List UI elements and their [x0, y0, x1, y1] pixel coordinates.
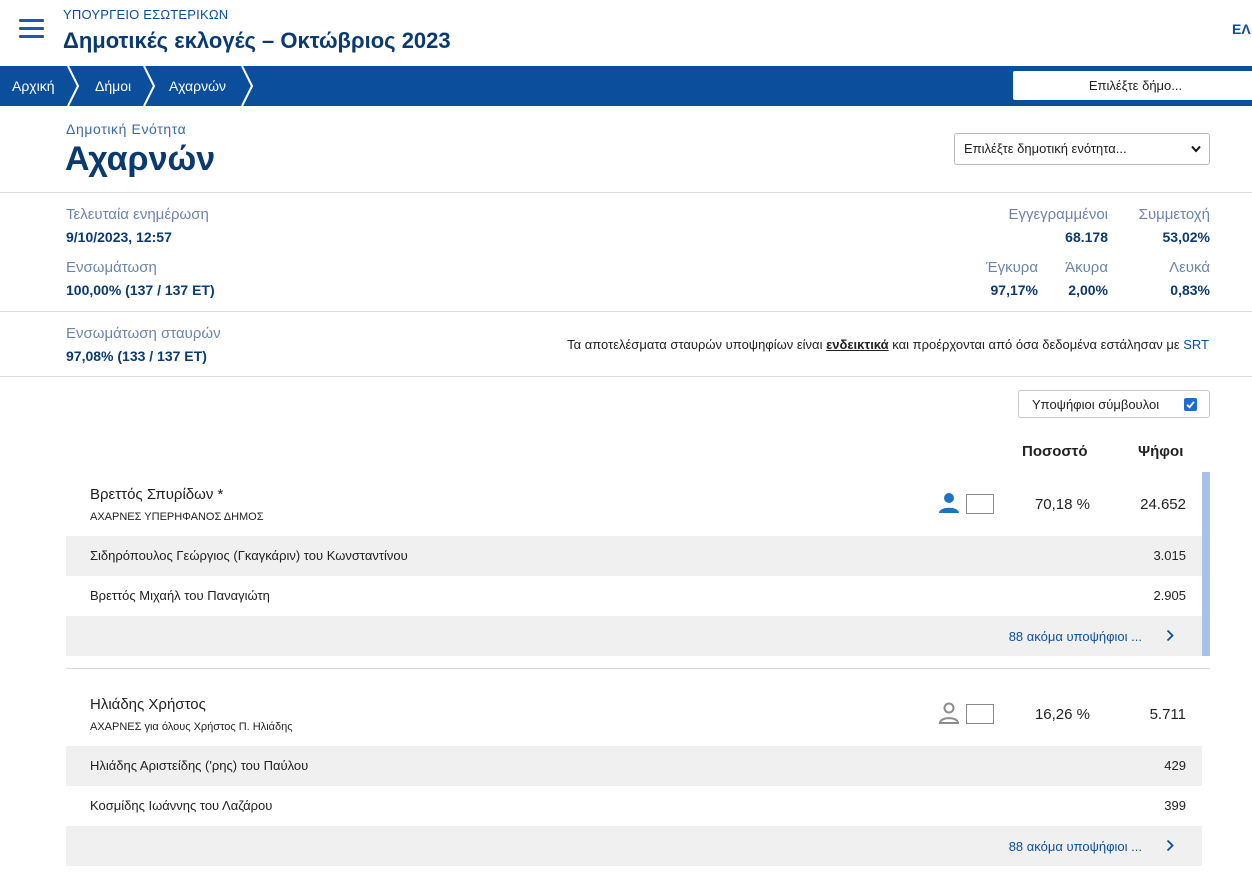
- councillor-row: Σιδηρόπουλος Γεώργιος (Γκαγκάριν) του Κω…: [66, 536, 1202, 576]
- breadcrumb: Αρχική Δήμοι Αχαρνών Επιλέξτε δήμο...: [0, 66, 1252, 106]
- breadcrumb-municipalities[interactable]: Δήμοι: [95, 66, 131, 106]
- registered-label: Εγγεγραμμένοι: [1008, 206, 1108, 223]
- divider: [0, 376, 1252, 377]
- invalid-label: Άκυρα: [1065, 259, 1108, 276]
- checkmark-icon: [1186, 401, 1195, 409]
- divider: [0, 311, 1252, 312]
- menu-icon[interactable]: [19, 19, 44, 39]
- councillor-votes: 429: [1164, 758, 1186, 773]
- more-candidates-label: 88 ακόμα υποψήφιοι ...: [1008, 839, 1142, 854]
- column-header-percent: Ποσοστό: [1022, 443, 1088, 460]
- party-result: Ηλιάδης Χρήστος ΑΧΑΡΝΕΣ για όλους Χρήστο…: [66, 682, 1202, 866]
- turnout-label: Συμμετοχή: [1138, 206, 1210, 223]
- blank-value: 0,83%: [1170, 282, 1210, 298]
- cross-integration-value: 97,08% (133 / 137 ΕΤ): [66, 348, 207, 364]
- party-votes: 5.711: [1149, 706, 1186, 723]
- ministry-name: ΥΠΟΥΡΓΕΙΟ ΕΣΩΤΕΡΙΚΩΝ: [63, 7, 229, 22]
- mayor-candidate-name: Βρεττός Σπυρίδων *: [90, 486, 224, 503]
- column-header-votes: Ψήφοι: [1138, 443, 1184, 460]
- valid-value: 97,17%: [990, 282, 1038, 298]
- party-votes: 24.652: [1140, 496, 1186, 513]
- srt-link[interactable]: SRT: [1183, 337, 1209, 352]
- notice-emphasis: ενδεικτικά: [826, 337, 889, 352]
- more-candidates-link[interactable]: 88 ακόμα υποψήφιοι ...: [66, 826, 1202, 866]
- chevron-right-icon: [1166, 629, 1174, 642]
- divider: [66, 668, 1210, 669]
- party-color-box: [966, 494, 994, 514]
- councillors-checkbox[interactable]: [1184, 398, 1197, 411]
- invalid-value: 2,00%: [1068, 282, 1108, 298]
- councillor-row: Κοσμίδης Ιωάννης του Λαζάρου 399: [66, 786, 1202, 826]
- councillor-votes: 399: [1164, 798, 1186, 813]
- party-name: ΑΧΑΡΝΕΣ για όλους Χρήστος Π. Ηλιάδης: [90, 721, 293, 733]
- party-header[interactable]: Ηλιάδης Χρήστος ΑΧΑΡΝΕΣ για όλους Χρήστο…: [66, 682, 1202, 746]
- mayor-candidate-name: Ηλιάδης Χρήστος: [90, 696, 206, 713]
- councillors-toggle[interactable]: Υποψήφιοι σύμβουλοι: [1018, 390, 1210, 418]
- winner-indicator: [1202, 472, 1210, 656]
- councillor-name: Σιδηρόπουλος Γεώργιος (Γκαγκάριν) του Κω…: [90, 548, 408, 563]
- registered-value: 68.178: [1065, 229, 1108, 245]
- councillor-row: Ηλιάδης Αριστείδης ('ρης) του Παύλου 429: [66, 746, 1202, 786]
- notice-text-middle: και προέρχονται από όσα δεδομένα εστάλησ…: [888, 337, 1184, 352]
- unit-select[interactable]: Επιλέξτε δημοτική ενότητα...: [954, 133, 1210, 165]
- councillor-row: Βρεττός Μιχαήλ του Παναγιώτη 2.905: [66, 576, 1202, 616]
- unit-kicker: Δημοτική Ενότητα: [66, 121, 187, 137]
- app-title[interactable]: Δημοτικές εκλογές – Οκτώβριος 2023: [63, 28, 451, 54]
- breadcrumb-separator-icon: [241, 66, 254, 106]
- notice-text-start: Τα αποτελέσματα σταυρών υποψηφίων είναι: [567, 337, 827, 352]
- chevron-right-icon: [1166, 839, 1174, 852]
- valid-label: Έγκυρα: [985, 259, 1038, 276]
- integration-value: 100,00% (137 / 137 ΕΤ): [66, 282, 215, 298]
- councillor-votes: 3.015: [1153, 548, 1186, 563]
- breadcrumb-separator-icon: [143, 66, 156, 106]
- party-percent: 16,26 %: [1034, 706, 1090, 723]
- divider: [0, 192, 1252, 193]
- councillor-name: Κοσμίδης Ιωάννης του Λαζάρου: [90, 798, 273, 813]
- person-icon: [939, 493, 959, 513]
- breadcrumb-current[interactable]: Αχαρνών: [169, 66, 226, 106]
- cross-integration-label: Ενσωμάτωση σταυρών: [66, 325, 221, 342]
- breadcrumb-home[interactable]: Αρχική: [12, 66, 55, 106]
- turnout-value: 53,02%: [1162, 229, 1210, 245]
- party-header[interactable]: Βρεττός Σπυρίδων * ΑΧΑΡΝΕΣ ΥΠΕΡΗΦΑΝΟΣ ΔΗ…: [66, 472, 1202, 536]
- breadcrumb-separator-icon: [67, 66, 80, 106]
- more-candidates-label: 88 ακόμα υποψήφιοι ...: [1008, 629, 1142, 644]
- cross-results-notice: Τα αποτελέσματα σταυρών υποψηφίων είναι …: [567, 337, 1209, 352]
- language-switch[interactable]: ΕΛ: [1232, 21, 1252, 37]
- party-name: ΑΧΑΡΝΕΣ ΥΠΕΡΗΦΑΝΟΣ ΔΗΜΟΣ: [90, 511, 264, 523]
- councillor-name: Βρεττός Μιχαήλ του Παναγιώτη: [90, 588, 270, 603]
- blank-label: Λευκά: [1169, 259, 1210, 276]
- last-update-value: 9/10/2023, 12:57: [66, 229, 172, 245]
- municipality-select[interactable]: Επιλέξτε δήμο...: [1013, 71, 1252, 100]
- chevron-down-icon: [1191, 145, 1201, 153]
- app-header: ΥΠΟΥΡΓΕΙΟ ΕΣΩΤΕΡΙΚΩΝ Δημοτικές εκλογές –…: [0, 0, 1252, 66]
- unit-select-value: Επιλέξτε δημοτική ενότητα...: [964, 141, 1127, 156]
- page-title: Αχαρνών: [65, 140, 216, 178]
- party-percent: 70,18 %: [1034, 496, 1090, 513]
- integration-label: Ενσωμάτωση: [66, 259, 157, 276]
- person-outline-icon: [938, 702, 960, 724]
- more-candidates-link[interactable]: 88 ακόμα υποψήφιοι ...: [66, 616, 1202, 656]
- councillors-toggle-label: Υποψήφιοι σύμβουλοι: [1032, 397, 1160, 412]
- last-update-label: Τελευταία ενημέρωση: [66, 206, 209, 223]
- party-color-box: [966, 704, 994, 724]
- party-result: Βρεττός Σπυρίδων * ΑΧΑΡΝΕΣ ΥΠΕΡΗΦΑΝΟΣ ΔΗ…: [66, 472, 1202, 656]
- councillor-votes: 2.905: [1153, 588, 1186, 603]
- councillor-name: Ηλιάδης Αριστείδης ('ρης) του Παύλου: [90, 758, 309, 773]
